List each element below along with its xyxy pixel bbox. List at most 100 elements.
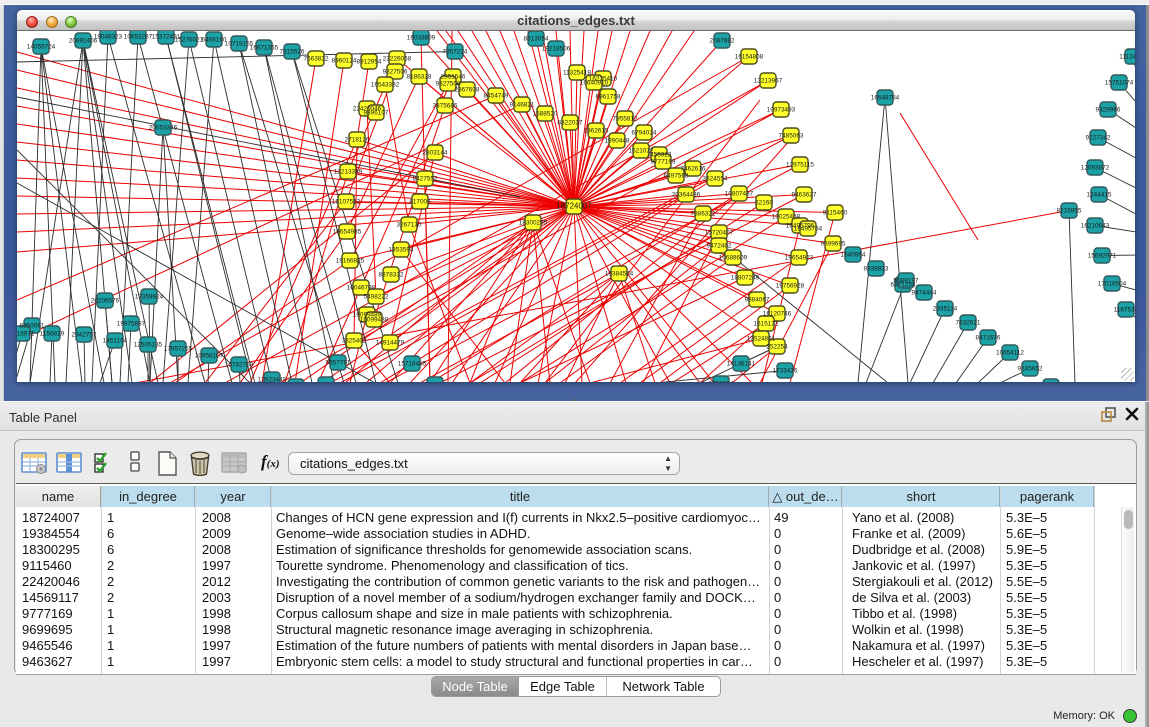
svg-text:2718126: 2718126 (345, 137, 370, 144)
svg-text:10654112: 10654112 (996, 350, 1024, 357)
svg-text:16107552: 16107552 (332, 199, 361, 206)
svg-text:2942757: 2942757 (72, 332, 97, 339)
svg-text:8186328: 8186328 (407, 74, 432, 81)
svg-text:19654923: 19654923 (785, 255, 814, 262)
svg-text:8350061: 8350061 (20, 323, 45, 330)
svg-text:12213967: 12213967 (754, 78, 783, 85)
svg-text:8215955: 8215955 (1057, 208, 1082, 215)
svg-text:18807249: 18807249 (731, 275, 760, 282)
svg-text:12093872: 12093872 (1081, 165, 1110, 172)
svg-text:11124940: 11124940 (1119, 54, 1135, 61)
svg-text:9146821: 9146821 (510, 102, 535, 109)
svg-text:12923448: 12923448 (258, 377, 287, 382)
svg-text:10807487: 10807487 (725, 191, 754, 198)
svg-text:7462616: 7462616 (681, 166, 706, 173)
svg-text:10973493: 10973493 (767, 107, 796, 114)
svg-text:7515526: 7515526 (280, 49, 305, 56)
svg-text:20364436: 20364436 (672, 192, 701, 199)
svg-text:62160: 62160 (755, 200, 773, 207)
svg-text:20053346: 20053346 (149, 125, 178, 132)
svg-text:10958107: 10958107 (195, 353, 224, 360)
svg-text:9463627: 9463627 (792, 192, 817, 199)
svg-text:15692971: 15692971 (1088, 253, 1117, 260)
svg-text:16120746: 16120746 (763, 311, 792, 318)
svg-text:1167531: 1167531 (1114, 307, 1135, 314)
svg-text:15751074: 15751074 (1105, 80, 1134, 87)
svg-text:17957255: 17957255 (164, 346, 193, 353)
svg-text:19218506: 19218506 (542, 46, 571, 53)
svg-text:6497568: 6497568 (664, 173, 689, 180)
svg-text:18724007: 18724007 (556, 202, 592, 211)
svg-text:2367608: 2367608 (455, 87, 480, 94)
svg-text:7632621: 7632621 (956, 320, 981, 327)
svg-text:7955812: 7955812 (613, 116, 638, 123)
svg-text:1588520: 1588520 (533, 111, 558, 118)
svg-text:817006: 817006 (409, 199, 431, 206)
svg-text:1156829: 1156829 (40, 331, 65, 338)
svg-text:2087682: 2087682 (710, 38, 735, 45)
svg-text:13524861: 13524861 (747, 336, 776, 343)
svg-text:15276021: 15276021 (175, 37, 204, 44)
svg-text:9731254: 9731254 (709, 381, 734, 382)
svg-text:14055724: 14055724 (27, 44, 56, 51)
svg-text:8813054: 8813054 (524, 36, 549, 43)
svg-text:16640910: 16640910 (580, 80, 609, 87)
svg-text:9657791: 9657791 (326, 360, 351, 367)
svg-text:12213389: 12213389 (334, 169, 363, 176)
svg-text:23226058: 23226058 (383, 56, 412, 63)
svg-text:19975887: 19975887 (117, 321, 146, 328)
svg-text:10046798: 10046798 (347, 285, 376, 292)
svg-text:8454749: 8454749 (484, 93, 509, 100)
svg-text:8427552: 8427552 (413, 176, 438, 183)
svg-text:11325419: 11325419 (563, 70, 591, 77)
svg-text:14136141: 14136141 (727, 361, 756, 368)
svg-text:8322037: 8322037 (558, 120, 583, 127)
svg-text:9474444: 9474444 (912, 290, 937, 297)
svg-text:3267130: 3267130 (397, 222, 422, 229)
svg-text:1615132: 1615132 (754, 321, 779, 328)
svg-text:3624554: 3624554 (703, 176, 728, 183)
svg-text:14914479: 14914479 (376, 340, 405, 347)
svg-text:1353594: 1353594 (389, 247, 414, 254)
svg-text:9245652: 9245652 (1018, 366, 1043, 373)
svg-text:1244415: 1244415 (1087, 192, 1112, 199)
svg-text:10025458: 10025458 (772, 214, 801, 221)
svg-text:2551546: 2551546 (441, 74, 466, 81)
svg-text:1451194: 1451194 (103, 338, 128, 345)
svg-text:9884067: 9884067 (745, 297, 770, 304)
svg-text:8960124: 8960124 (332, 58, 357, 65)
svg-text:2803144: 2803144 (423, 150, 448, 157)
svg-text:19046323: 19046323 (94, 34, 123, 41)
svg-text:7455322: 7455322 (647, 152, 672, 159)
svg-text:10688609: 10688609 (719, 255, 748, 262)
svg-text:9089197: 9089197 (894, 278, 919, 285)
svg-text:8878332: 8878332 (379, 272, 404, 279)
svg-text:7357224: 7357224 (443, 49, 468, 56)
svg-text:3875685: 3875685 (433, 103, 458, 110)
svg-text:9896107: 9896107 (364, 110, 389, 117)
svg-text:6466160: 6466160 (202, 37, 227, 44)
svg-text:2935114: 2935114 (933, 306, 958, 313)
svg-text:9699695: 9699695 (821, 241, 846, 248)
svg-text:9472462: 9472462 (707, 243, 732, 250)
svg-text:1733426: 1733426 (773, 368, 798, 375)
svg-text:9227342: 9227342 (1086, 135, 1111, 142)
svg-text:16671355: 16671355 (250, 45, 279, 52)
svg-text:9777169: 9777169 (651, 159, 676, 166)
svg-text:5498222: 5498222 (364, 294, 389, 301)
svg-text:16648784: 16648784 (871, 95, 900, 102)
svg-text:18300295: 18300295 (519, 220, 548, 227)
svg-text:1990448: 1990448 (605, 138, 630, 145)
svg-text:19756928: 19756928 (776, 283, 805, 290)
svg-text:19384554: 19384554 (605, 271, 634, 278)
svg-text:16154808: 16154808 (735, 54, 764, 61)
svg-text:16782759: 16782759 (225, 362, 254, 369)
svg-text:16210643: 16210643 (1081, 223, 1110, 230)
svg-text:8938923: 8938923 (864, 266, 889, 273)
svg-text:17359924: 17359924 (135, 294, 164, 301)
svg-text:7485063: 7485063 (779, 133, 804, 140)
svg-text:17016504: 17016504 (1098, 281, 1127, 288)
svg-text:9115460: 9115460 (823, 210, 848, 217)
svg-text:15716485: 15716485 (398, 361, 427, 368)
svg-text:19654985: 19654985 (333, 229, 362, 236)
